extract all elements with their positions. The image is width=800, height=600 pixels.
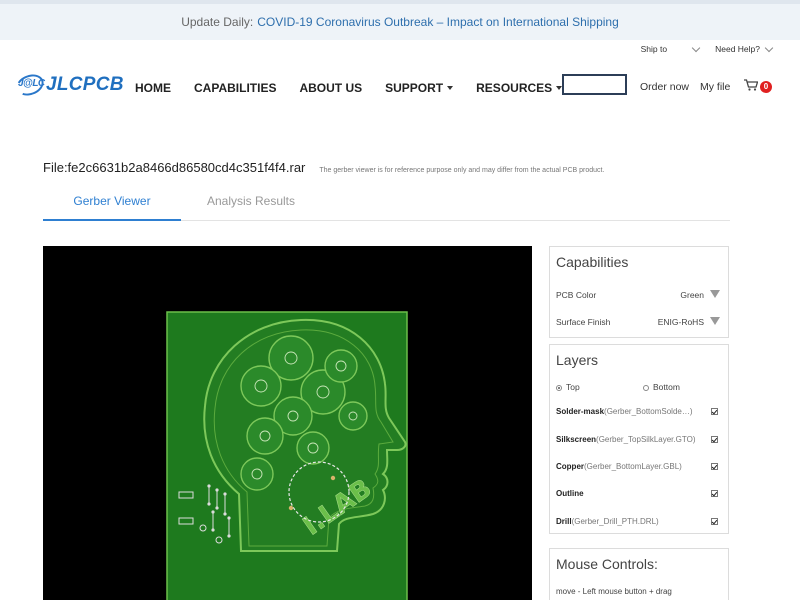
logo-text: JLCPCB	[46, 74, 124, 95]
layer-row-silkscreen[interactable]: Silkscreen(Gerber_TopSilkLayer.GTO)	[556, 435, 722, 444]
my-file-link[interactable]: My file	[700, 81, 730, 93]
ship-to-label: Ship to	[640, 44, 668, 54]
pcb-render: I.LAB	[166, 311, 408, 600]
surface-finish-row[interactable]: Surface Finish ENIG-RoHS	[556, 317, 722, 327]
checkbox-checked-icon[interactable]	[711, 463, 718, 470]
order-now-link[interactable]: Order now	[640, 81, 689, 93]
nav-about-us[interactable]: ABOUT US	[299, 81, 362, 95]
layers-panel: Layers Top Bottom Solder-mask(Gerber_Bot…	[549, 344, 729, 534]
dropdown-arrow-icon[interactable]	[710, 290, 720, 298]
radio-bottom[interactable]: Bottom	[643, 382, 680, 392]
viewer-disclaimer: The gerber viewer is for reference purpo…	[319, 167, 605, 174]
need-help-label: Need Help?	[715, 44, 760, 54]
file-name: File:fe2c6631b2a8466d86580cd4c351f4f4.ra…	[43, 160, 306, 175]
caret-down-icon	[447, 86, 454, 90]
chevron-down-icon	[691, 43, 701, 52]
need-help-dropdown[interactable]: Need Help?	[715, 43, 774, 54]
layer-row-solder-mask[interactable]: Solder-mask(Gerber_BottomSolde…)	[556, 407, 722, 416]
file-info: File:fe2c6631b2a8466d86580cd4c351f4f4.ra…	[43, 160, 604, 175]
chevron-down-icon	[764, 43, 774, 52]
tab-analysis-results[interactable]: Analysis Results	[181, 194, 321, 221]
radio-selected-icon	[556, 384, 562, 391]
radio-top[interactable]: Top	[556, 382, 580, 392]
surface-finish-label: Surface Finish	[556, 317, 611, 327]
main-navbar: J@LC JLCPCB HOME CAPABILITIES ABOUT US S…	[0, 66, 800, 110]
announcement-lead: Update Daily:	[181, 15, 254, 29]
tab-gerber-viewer[interactable]: Gerber Viewer	[43, 194, 181, 221]
nav-home[interactable]: HOME	[135, 81, 171, 95]
announcement-bar: Update Daily: COVID-19 Coronavirus Outbr…	[0, 0, 800, 40]
nav-links: HOME CAPABILITIES ABOUT US SUPPORT RESOU…	[135, 81, 585, 95]
cart-count-badge: 0	[760, 81, 772, 93]
announcement-link[interactable]: COVID-19 Coronavirus Outbreak – Impact o…	[257, 15, 619, 29]
layer-row-drill[interactable]: Drill(Gerber_Drill_PTH.DRL)	[556, 517, 722, 526]
mouse-move-hint: move - Left mouse button + drag	[556, 587, 672, 596]
nav-capabilities[interactable]: CAPABILITIES	[194, 81, 276, 95]
gerber-viewer-canvas[interactable]: I.LAB	[43, 246, 532, 600]
cart-icon[interactable]	[744, 79, 758, 91]
mouse-controls-title: Mouse Controls:	[556, 556, 658, 572]
nav-support[interactable]: SUPPORT	[385, 81, 454, 95]
search-input[interactable]	[562, 74, 627, 95]
capabilities-title: Capabilities	[556, 254, 629, 270]
mouse-controls-panel: Mouse Controls: move - Left mouse button…	[549, 548, 729, 600]
jlcpcb-logo[interactable]: J@LC JLCPCB	[13, 70, 124, 100]
pcb-color-label: PCB Color	[556, 290, 597, 300]
pcb-color-value: Green	[680, 290, 704, 300]
checkbox-checked-icon[interactable]	[711, 408, 718, 415]
pcb-color-row[interactable]: PCB Color Green	[556, 290, 722, 300]
dropdown-arrow-icon[interactable]	[710, 317, 720, 325]
radio-empty-icon	[643, 384, 649, 391]
surface-finish-value: ENIG-RoHS	[657, 317, 704, 327]
capabilities-panel: Capabilities PCB Color Green Surface Fin…	[549, 246, 729, 338]
nav-resources[interactable]: RESOURCES	[476, 81, 563, 95]
logo-mark-icon: J@LC	[13, 70, 47, 100]
checkbox-checked-icon[interactable]	[711, 490, 718, 497]
ship-to-dropdown[interactable]: Ship to	[640, 43, 701, 54]
viewer-tabs: Gerber Viewer Analysis Results	[43, 194, 730, 221]
layer-row-outline[interactable]: Outline	[556, 489, 722, 498]
checkbox-checked-icon[interactable]	[711, 518, 718, 525]
layers-title: Layers	[556, 352, 599, 368]
utility-bar: Ship to Need Help?	[640, 43, 774, 54]
layer-row-copper[interactable]: Copper(Gerber_BottomLayer.GBL)	[556, 462, 722, 471]
checkbox-checked-icon[interactable]	[711, 436, 718, 443]
